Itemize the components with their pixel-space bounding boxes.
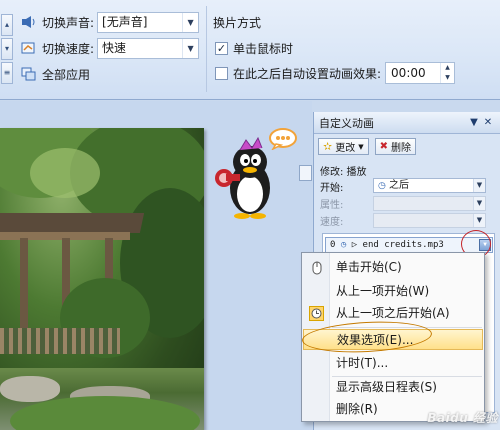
speed-label: 速度: [320, 217, 344, 228]
auto-after-time: 00:00 [391, 66, 426, 80]
pane-toolbar: ✫ 更改 ▼ ✖ 删除 [318, 138, 416, 155]
speed-combo[interactable]: 快速 ▼ [97, 37, 200, 59]
transition-speed-row: 切换速度: 快速 ▼ [20, 37, 200, 59]
menu-item-timing[interactable]: 计时(T)... [303, 353, 483, 374]
slide-photo[interactable] [0, 128, 204, 430]
ribbon-scroll-strip: ▴ ▾ ≡ [0, 6, 14, 84]
menu-item-label: 从上一项开始(W) [336, 284, 430, 298]
change-label: 更改 [335, 143, 356, 154]
menu-item-start-on-click[interactable]: 单击开始(C) [303, 257, 483, 278]
menu-item-label: 显示高级日程表(S) [336, 380, 437, 394]
property-label: 属性: [320, 200, 344, 211]
transition-sound-row: 切换声音: [无声音] ▼ [20, 11, 200, 33]
item-index: 0 [330, 240, 336, 250]
rock [0, 376, 60, 402]
clock-icon: ◷ [340, 240, 347, 250]
on-click-label: 单击鼠标时 [233, 41, 294, 56]
speaker-icon [20, 14, 38, 30]
advance-slide-caption: 换片方式 [213, 16, 262, 30]
auto-after-time-spinner[interactable]: 00:00 ▲ ▼ [385, 62, 456, 84]
auto-after-option[interactable]: 在此之后自动设置动画效果: 00:00 ▲ ▼ [215, 62, 456, 84]
item-name: end credits.mp3 [362, 240, 444, 250]
apply-all-icon [20, 66, 38, 82]
delete-label: 删除 [391, 143, 411, 154]
foliage-shape [30, 148, 100, 198]
menu-item-after-previous[interactable]: 从上一项之后开始(A) [303, 303, 483, 324]
watermark: Baidu 经验 [427, 411, 498, 425]
speed-label: 切换速度: [42, 41, 95, 56]
delete-icon: ✖ [379, 141, 388, 152]
penguin-mascot-icon [212, 130, 282, 222]
delete-button[interactable]: ✖ 删除 [374, 138, 416, 155]
sound-combo[interactable]: [无声音] ▼ [97, 11, 200, 33]
menu-item-advanced-timeline[interactable]: 显示高级日程表(S) [303, 377, 483, 398]
spin-down-icon[interactable]: ▼ [441, 73, 454, 83]
pavilion-railing [0, 328, 120, 354]
apply-all-button[interactable]: 全部应用 [20, 63, 93, 85]
sound-label: 切换声音: [42, 15, 95, 30]
ribbon: ▴ ▾ ≡ 切换声音: [无声音] ▼ 切换速度: 快速 ▼ 全部应用 换片方式… [0, 0, 500, 100]
pane-header: 自定义动画 ▼ ✕ [314, 112, 500, 134]
more-button[interactable]: ≡ [1, 62, 13, 84]
chevron-down-icon[interactable]: ▼ [473, 179, 485, 192]
speed-select: ▼ [373, 213, 486, 228]
scroll-up-button[interactable]: ▴ [1, 14, 13, 36]
chevron-down-icon[interactable]: ▼ [182, 12, 198, 32]
on-mouse-click-option[interactable]: ✓ 单击鼠标时 [215, 37, 293, 59]
star-icon: ✫ [323, 140, 333, 153]
speed-icon [20, 40, 38, 56]
mouse-icon [309, 260, 324, 275]
apply-all-label: 全部应用 [42, 67, 91, 82]
modify-line: 修改: 播放 [320, 167, 367, 178]
pane-menu-icon[interactable]: ▼ [467, 117, 481, 128]
start-value: 之后 [389, 180, 410, 191]
group-divider [206, 6, 207, 92]
auto-after-label: 在此之后自动设置动画效果: [233, 66, 382, 81]
menu-item-label: 单击开始(C) [336, 260, 402, 274]
chevron-down-icon: ▼ [358, 142, 364, 151]
clock-icon: ◷ [378, 181, 386, 191]
chevron-down-icon: ▼ [473, 214, 485, 227]
play-icon: ▷ [351, 240, 358, 250]
sound-value: [无声音] [102, 14, 148, 29]
start-label: 开始: [320, 183, 344, 194]
scrollbar-thumb[interactable] [299, 165, 312, 181]
scroll-down-button[interactable]: ▾ [1, 38, 13, 60]
start-select[interactable]: ◷ 之后 ▼ [373, 178, 486, 193]
pane-title: 自定义动画 [319, 116, 374, 130]
chevron-down-icon[interactable]: ▼ [182, 38, 198, 58]
property-select: ▼ [373, 196, 486, 211]
chevron-down-icon: ▼ [473, 197, 485, 210]
menu-item-with-previous[interactable]: 从上一项开始(W) [303, 281, 483, 302]
close-icon[interactable]: ✕ [481, 117, 495, 128]
auto-after-checkbox[interactable] [215, 66, 228, 80]
clock-icon [309, 306, 324, 321]
spinner-buttons[interactable]: ▲ ▼ [440, 63, 454, 83]
change-button[interactable]: ✫ 更改 ▼ [318, 138, 369, 155]
menu-item-label: 计时(T)... [336, 356, 389, 370]
spin-up-icon[interactable]: ▲ [441, 63, 454, 73]
menu-item-label: 删除(R) [336, 402, 378, 416]
speed-value: 快速 [102, 40, 127, 55]
menu-item-label: 从上一项之后开始(A) [336, 306, 450, 320]
on-click-checkbox[interactable]: ✓ [215, 41, 228, 55]
pavilion-roof [0, 213, 145, 233]
